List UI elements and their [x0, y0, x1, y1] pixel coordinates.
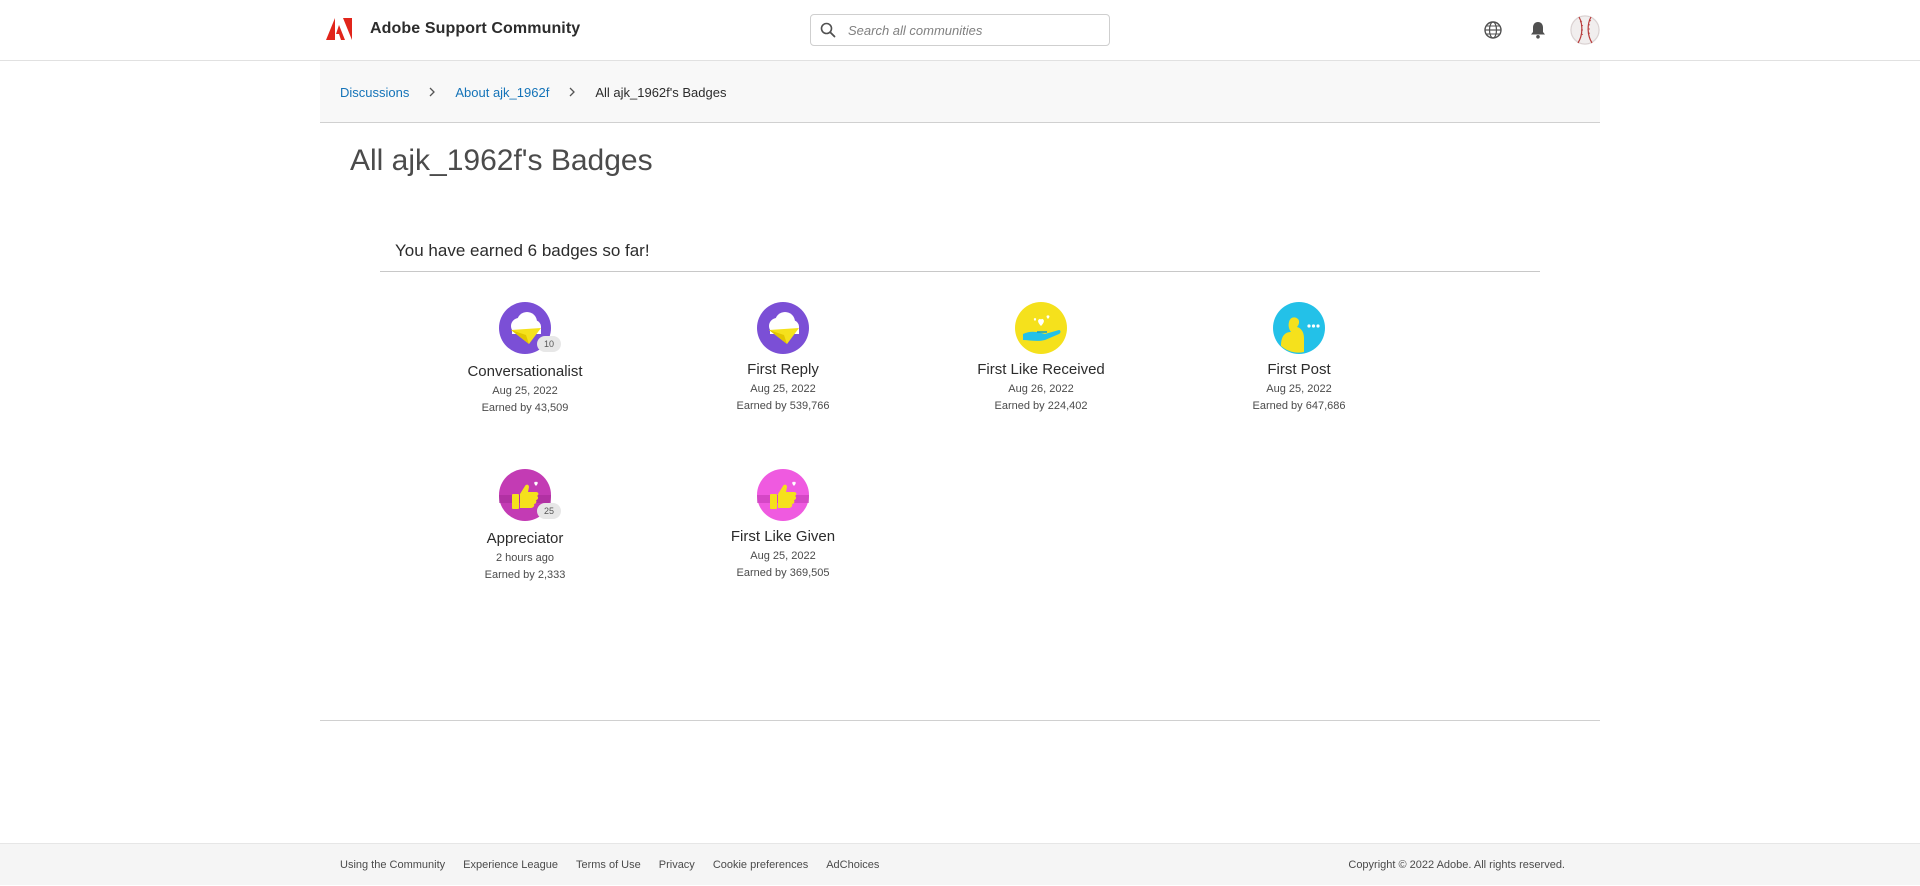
- breadcrumb-about-user[interactable]: About ajk_1962f: [455, 85, 549, 100]
- search-icon: [820, 22, 836, 38]
- badge-name: Conversationalist: [467, 363, 583, 380]
- top-header: Adobe Support Community: [0, 0, 1920, 61]
- search-input[interactable]: [848, 22, 1098, 38]
- badge-card[interactable]: First Post Aug 25, 2022 Earned by 647,68…: [1189, 302, 1409, 412]
- first-post-badge-icon: [1273, 302, 1325, 354]
- footer-link-cookie-preferences[interactable]: Cookie preferences: [713, 859, 808, 871]
- badge-image: 10: [499, 302, 561, 354]
- badge-image: [1015, 302, 1067, 354]
- footer-link-experience-league[interactable]: Experience League: [463, 859, 558, 871]
- bell-icon[interactable]: [1528, 20, 1548, 40]
- badge-earned-count: Earned by 369,505: [736, 567, 830, 579]
- first-like-given-badge-icon: [757, 469, 809, 521]
- badge-date: Aug 25, 2022: [492, 385, 558, 397]
- badge-card[interactable]: First Reply Aug 25, 2022 Earned by 539,7…: [673, 302, 893, 412]
- badge-earned-count: Earned by 2,333: [484, 569, 566, 581]
- badge-date: Aug 25, 2022: [1266, 383, 1332, 395]
- badge-earned-count: Earned by 647,686: [1252, 400, 1346, 412]
- breadcrumb-current: All ajk_1962f's Badges: [595, 84, 727, 100]
- badge-date: Aug 25, 2022: [750, 550, 816, 562]
- badge-name: First Like Received: [977, 361, 1105, 378]
- badges-summary-text: You have earned 6 badges so far!: [395, 241, 650, 260]
- badge-image: [757, 469, 809, 521]
- content-divider: [320, 720, 1600, 721]
- badge-name: Appreciator: [486, 530, 564, 547]
- badge-date: Aug 26, 2022: [1008, 383, 1074, 395]
- badge-date: 2 hours ago: [495, 552, 555, 564]
- breadcrumb: Discussions About ajk_1962f All ajk_1962…: [340, 61, 726, 123]
- badge-count: 25: [537, 503, 561, 519]
- badge-name: First Post: [1267, 361, 1331, 378]
- globe-icon[interactable]: [1483, 20, 1503, 40]
- badge-earned-count: Earned by 224,402: [994, 400, 1088, 412]
- badge-name: First Like Given: [730, 528, 836, 545]
- chevron-right-icon: [569, 87, 576, 97]
- avatar[interactable]: [1570, 15, 1600, 45]
- footer-link-using-the-community[interactable]: Using the Community: [340, 859, 445, 871]
- first-reply-badge-icon: [757, 302, 809, 354]
- brand[interactable]: Adobe Support Community: [326, 18, 580, 40]
- badge-date: Aug 25, 2022: [750, 383, 816, 395]
- badge-earned-count: Earned by 539,766: [736, 400, 830, 412]
- adobe-logo-icon: [326, 18, 352, 40]
- breadcrumb-bar: Discussions About ajk_1962f All ajk_1962…: [320, 61, 1600, 123]
- page-title: All ajk_1962f's Badges: [350, 144, 653, 177]
- chevron-right-icon: [429, 87, 436, 97]
- badge-name: First Reply: [747, 361, 819, 378]
- badge-card[interactable]: First Like Given Aug 25, 2022 Earned by …: [673, 469, 893, 579]
- badge-image: 25: [499, 469, 561, 521]
- footer-link-terms-of-use[interactable]: Terms of Use: [576, 859, 641, 871]
- badge-card[interactable]: First Like Received Aug 26, 2022 Earned …: [931, 302, 1151, 412]
- footer-links: Using the Community Experience League Te…: [340, 844, 897, 886]
- footer-link-adchoices[interactable]: AdChoices: [826, 859, 879, 871]
- breadcrumb-discussions[interactable]: Discussions: [340, 85, 409, 100]
- badge-image: [757, 302, 809, 354]
- footer-link-privacy[interactable]: Privacy: [659, 859, 695, 871]
- badge-card[interactable]: 25 Appreciator 2 hours ago Earned by 2,3…: [415, 469, 635, 581]
- badge-count: 10: [537, 336, 561, 352]
- brand-name: Adobe Support Community: [370, 20, 581, 37]
- badge-image: [1273, 302, 1325, 354]
- copyright: Copyright © 2022 Adobe. All rights reser…: [1348, 859, 1565, 871]
- search-box[interactable]: [810, 14, 1110, 46]
- baseball-avatar-icon: [1570, 15, 1600, 45]
- first-like-received-badge-icon: [1015, 302, 1067, 354]
- badges-summary-header: You have earned 6 badges so far!: [380, 238, 1540, 272]
- badge-earned-count: Earned by 43,509: [481, 402, 569, 414]
- footer: Using the Community Experience League Te…: [0, 843, 1920, 885]
- badge-card[interactable]: 10 Conversationalist Aug 25, 2022 Earned…: [415, 302, 635, 414]
